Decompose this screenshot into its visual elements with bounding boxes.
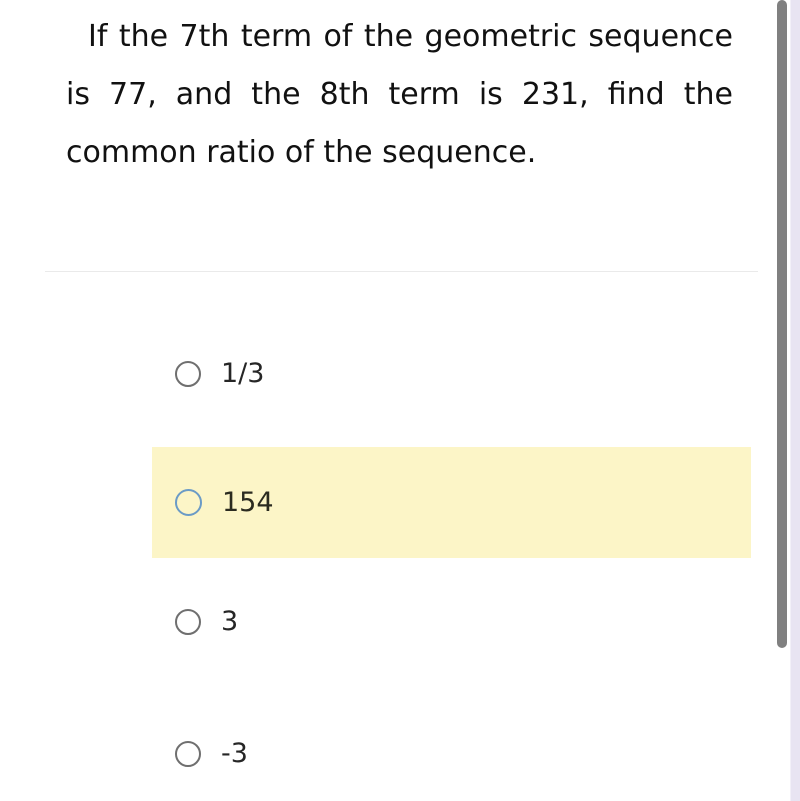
answer-option-row[interactable]: 3 [0, 578, 800, 666]
vertical-scrollbar-track[interactable] [777, 0, 787, 801]
answer-option-label: 3 [221, 606, 239, 637]
answer-option-label: 154 [222, 486, 274, 518]
quiz-question-page: If the 7th term of the geometric sequenc… [0, 0, 800, 801]
answer-option-row-highlighted[interactable]: 154 [152, 447, 751, 558]
radio-unselected-icon[interactable] [175, 361, 201, 387]
radio-unselected-icon[interactable] [175, 489, 202, 516]
question-text: If the 7th term of the geometric sequenc… [66, 19, 733, 170]
radio-unselected-icon[interactable] [175, 741, 201, 767]
question-block: If the 7th term of the geometric sequenc… [66, 8, 733, 182]
answer-option-label: 1/3 [221, 358, 265, 389]
answer-option-row[interactable]: -3 [0, 710, 800, 798]
right-edge-strip [791, 0, 800, 801]
radio-unselected-icon[interactable] [175, 609, 201, 635]
answer-option-row[interactable]: 1/3 [0, 330, 800, 418]
section-divider [45, 271, 758, 272]
vertical-scrollbar-thumb[interactable] [777, 0, 787, 648]
answer-options-list: 1/3 154 3 -3 [0, 330, 800, 798]
answer-option-label: -3 [221, 738, 248, 769]
